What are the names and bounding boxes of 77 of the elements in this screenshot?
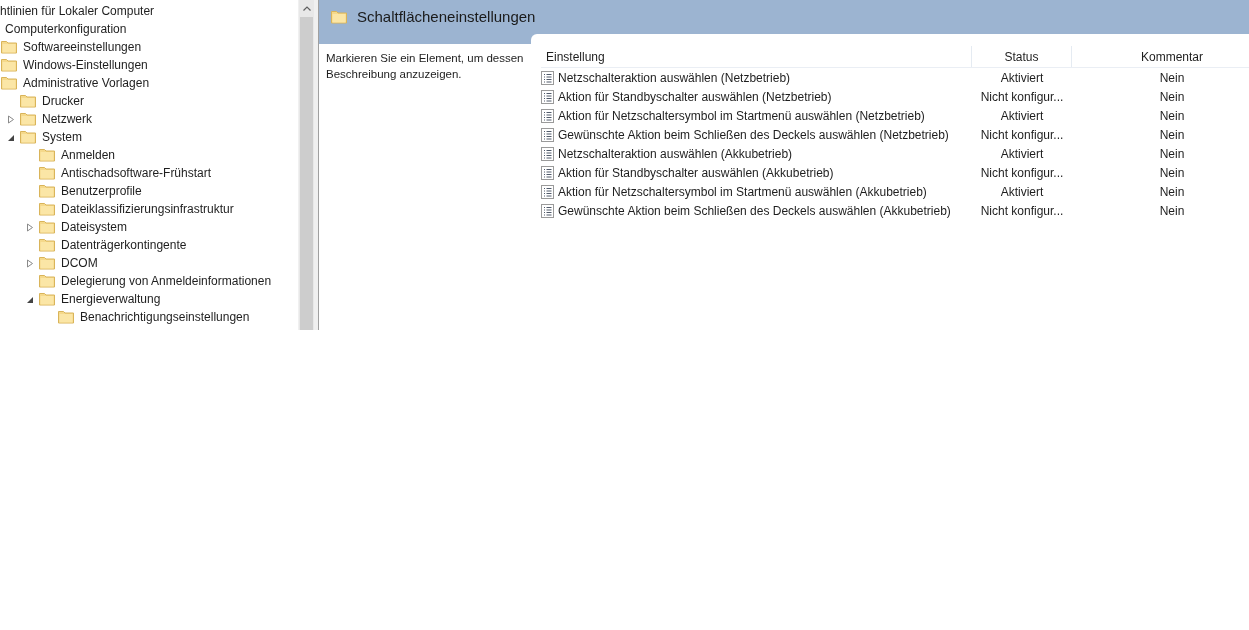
setting-name[interactable]: Aktion für Netzschaltersymbol im Startmenü auswählen (Netzbetrieb) xyxy=(558,106,925,125)
status-cell-text: Nicht konfigur... xyxy=(979,126,1065,144)
tree-item[interactable]: Computerkonfiguration xyxy=(5,20,127,38)
description-text: Markieren Sie ein Element, um dessen Beschreibung anzuzeigen. xyxy=(326,51,524,82)
tree-item[interactable]: Antischadsoftware-Frühstart xyxy=(60,164,213,182)
folder-icon xyxy=(39,166,55,180)
tree-item[interactable]: Energieverwaltung xyxy=(60,290,162,308)
scrollbar-thumb[interactable] xyxy=(300,17,313,330)
setting-name[interactable]: Aktion für Standbyschalter auswählen (Netzbetrieb) xyxy=(558,87,832,106)
tree-item[interactable]: Benachrichtigungseinstellungen xyxy=(79,308,251,326)
comment-cell-text: Nein xyxy=(1158,69,1186,87)
comment-cell-text: Nein xyxy=(1158,145,1186,163)
tree-item[interactable]: Administrative Vorlagen xyxy=(22,74,151,92)
comment-cell-text: Nein xyxy=(1158,107,1186,125)
setting-icon xyxy=(541,89,554,104)
setting-name[interactable]: Aktion für Netzschaltersymbol im Startmenü auswählen (Akkubetrieb) xyxy=(558,182,927,201)
folder-icon xyxy=(39,148,55,162)
setting-name[interactable]: Netzschalteraktion auswählen (Akkubetrieb) xyxy=(558,144,793,163)
setting-icon xyxy=(541,146,554,161)
folder-icon xyxy=(39,184,55,198)
tree-item[interactable]: System xyxy=(41,128,83,146)
comment-cell-text: Nein xyxy=(1158,126,1186,144)
column-header[interactable]: Kommentar xyxy=(1072,46,1249,67)
scrollbar[interactable] xyxy=(298,0,314,330)
tree-item[interactable]: DCOM xyxy=(60,254,99,272)
folder-icon xyxy=(58,310,74,324)
column-header[interactable]: Status xyxy=(972,46,1072,67)
tree-item[interactable]: Datenträgerkontingente xyxy=(60,236,188,254)
tree-item[interactable]: Windows-Einstellungen xyxy=(22,56,149,74)
tree-item[interactable]: Dateisystem xyxy=(60,218,129,236)
column-header[interactable]: Einstellung xyxy=(541,46,972,67)
status-cell-text: Aktiviert xyxy=(999,69,1045,87)
collapsed-arrow-icon[interactable] xyxy=(26,222,34,232)
folder-icon xyxy=(39,256,55,270)
folder-icon xyxy=(39,238,55,252)
setting-name[interactable]: Gewünschte Aktion beim Schließen des Deckels auswählen (Netzbetrieb) xyxy=(558,125,949,144)
folder-icon xyxy=(1,58,17,72)
folder-icon xyxy=(331,10,347,24)
status-cell-text: Aktiviert xyxy=(999,107,1045,125)
tree-item[interactable]: Softwareeinstellungen xyxy=(22,38,143,56)
status-cell-text: Aktiviert xyxy=(999,183,1045,201)
status-cell-text: Aktiviert xyxy=(999,145,1045,163)
tree-item[interactable]: Dateiklassifizierungsinfrastruktur xyxy=(60,200,235,218)
tree-item[interactable]: Netzwerk xyxy=(41,110,93,128)
setting-icon xyxy=(541,184,554,199)
folder-icon xyxy=(39,292,55,306)
folder-icon xyxy=(39,220,55,234)
setting-icon xyxy=(541,70,554,85)
status-cell-text: Nicht konfigur... xyxy=(979,164,1065,182)
setting-name[interactable]: Netzschalteraktion auswählen (Netzbetrieb) xyxy=(558,68,791,87)
comment-cell-text: Nein xyxy=(1158,183,1186,201)
tree-item[interactable]: Anmelden xyxy=(60,146,117,164)
tree-item[interactable]: Delegierung von Anmeldeinformationen xyxy=(60,272,273,290)
setting-name[interactable]: Aktion für Standbyschalter auswählen (Akkubetrieb) xyxy=(558,163,834,182)
collapsed-arrow-icon[interactable] xyxy=(26,258,34,268)
comment-cell-text: Nein xyxy=(1158,88,1186,106)
tree-item[interactable]: Benutzerprofile xyxy=(60,182,143,200)
setting-icon xyxy=(541,127,554,142)
setting-icon xyxy=(541,108,554,123)
status-cell-text: Nicht konfigur... xyxy=(979,202,1065,220)
folder-icon xyxy=(39,202,55,216)
tree-item[interactable]: Drucker xyxy=(41,92,85,110)
folder-icon xyxy=(20,130,36,144)
folder-icon xyxy=(1,40,17,54)
setting-icon xyxy=(541,203,554,218)
comment-cell-text: Nein xyxy=(1158,202,1186,220)
collapsed-arrow-icon[interactable] xyxy=(7,114,15,124)
setting-icon xyxy=(541,165,554,180)
header-title: Schaltflächeneinstellungen xyxy=(357,6,536,27)
folder-icon xyxy=(20,94,36,108)
folder-icon xyxy=(20,112,36,126)
setting-name[interactable]: Gewünschte Aktion beim Schließen des Deckels auswählen (Akkubetrieb) xyxy=(558,201,951,220)
tree-item[interactable]: htlinien für Lokaler Computer xyxy=(0,2,155,20)
status-cell-text: Nicht konfigur... xyxy=(979,88,1065,106)
folder-icon xyxy=(39,274,55,288)
comment-cell-text: Nein xyxy=(1158,164,1186,182)
folder-icon xyxy=(1,76,17,90)
